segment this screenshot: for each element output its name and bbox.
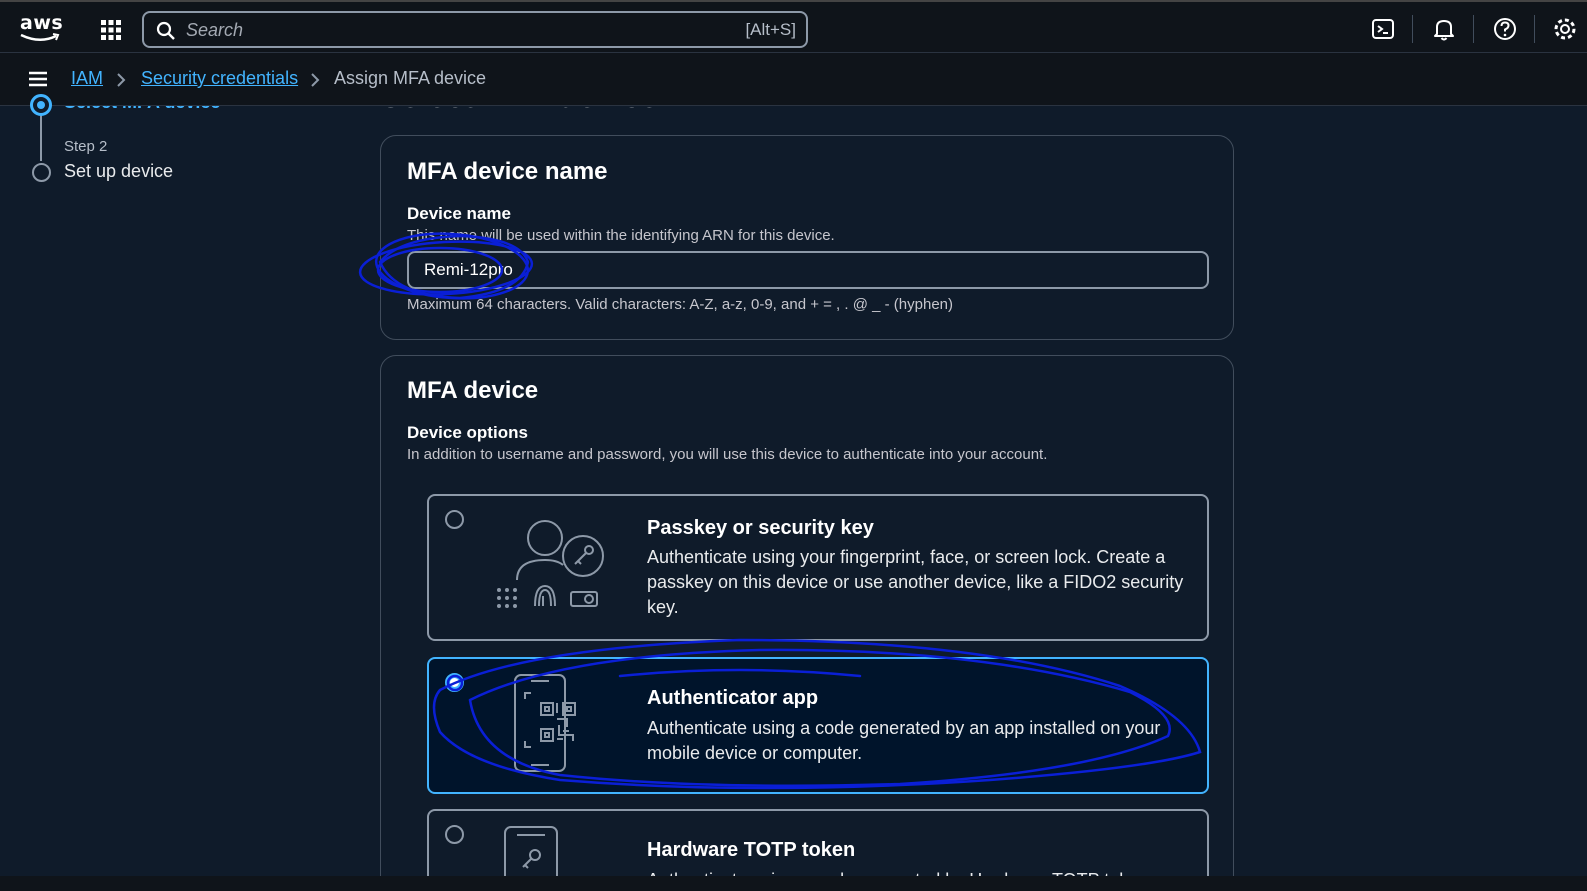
nav-divider bbox=[1412, 15, 1413, 43]
breadcrumb-current: Assign MFA device bbox=[334, 68, 487, 88]
option-title-hardware-totp: Hardware TOTP token bbox=[647, 839, 856, 861]
device-name-constraint: Maximum 64 characters. Valid characters:… bbox=[407, 296, 953, 313]
step-2-indicator bbox=[32, 163, 51, 182]
device-name-input[interactable] bbox=[407, 251, 1209, 289]
device-options-description: In addition to username and password, yo… bbox=[407, 446, 1048, 463]
option-desc-authenticator-app: Authenticate using a code generated by a… bbox=[647, 718, 1161, 763]
search-icon bbox=[156, 21, 175, 40]
nav-divider bbox=[1534, 15, 1535, 43]
chevron-right-icon bbox=[117, 73, 126, 87]
breadcrumb-link-iam[interactable]: IAM bbox=[71, 68, 103, 89]
chevron-right-icon bbox=[311, 73, 320, 87]
bottom-edge bbox=[0, 876, 1587, 891]
settings-icon[interactable] bbox=[1552, 16, 1578, 42]
aws-smile-icon bbox=[20, 33, 60, 41]
authenticator-phone-qr-icon bbox=[514, 674, 576, 772]
step-2-label: Set up device bbox=[64, 161, 174, 181]
option-desc-passkey: Authenticate using your fingerprint, fac… bbox=[647, 547, 1184, 617]
device-name-container: MFA device name Device name This name wi… bbox=[380, 135, 1234, 340]
menu-icon[interactable] bbox=[28, 70, 48, 88]
device-name-description: This name will be used within the identi… bbox=[407, 227, 835, 244]
services-grid-icon[interactable] bbox=[100, 19, 122, 41]
help-icon[interactable] bbox=[1492, 16, 1518, 42]
top-navigation: aws [Alt+S] bbox=[0, 0, 1587, 53]
mfa-device-container: MFA device Device options In addition to… bbox=[380, 355, 1234, 891]
device-option-authenticator-app[interactable]: Authenticator app Authenticate using a c… bbox=[427, 657, 1209, 794]
radio-authenticator-app[interactable] bbox=[445, 673, 464, 692]
device-name-label: Device name bbox=[407, 204, 511, 223]
option-title-passkey: Passkey or security key bbox=[647, 517, 874, 539]
passkey-illustration-icon bbox=[497, 520, 604, 608]
step-1-indicator bbox=[30, 94, 52, 116]
section-title-mfa-device: MFA device bbox=[407, 377, 539, 404]
cloudshell-icon[interactable] bbox=[1370, 16, 1396, 42]
step-2-number: Step 2 bbox=[64, 138, 108, 155]
radio-passkey[interactable] bbox=[445, 510, 464, 529]
section-title-device-name: MFA device name bbox=[407, 158, 608, 185]
breadcrumb-link-security-credentials[interactable]: Security credentials bbox=[141, 68, 298, 89]
search-shortcut: [Alt+S] bbox=[745, 20, 796, 39]
bell-icon[interactable] bbox=[1431, 16, 1457, 42]
device-options-label: Device options bbox=[407, 423, 528, 442]
nav-divider bbox=[1473, 15, 1474, 43]
aws-logo[interactable]: aws bbox=[20, 12, 64, 44]
search-input[interactable] bbox=[186, 18, 706, 42]
radio-hardware-totp[interactable] bbox=[445, 825, 464, 844]
search-bar[interactable]: [Alt+S] bbox=[142, 11, 808, 48]
device-option-passkey[interactable]: Passkey or security key Authenticate usi… bbox=[427, 494, 1209, 641]
breadcrumb: IAM Security credentials Assign MFA devi… bbox=[0, 53, 1587, 106]
option-title-authenticator-app: Authenticator app bbox=[647, 687, 819, 709]
